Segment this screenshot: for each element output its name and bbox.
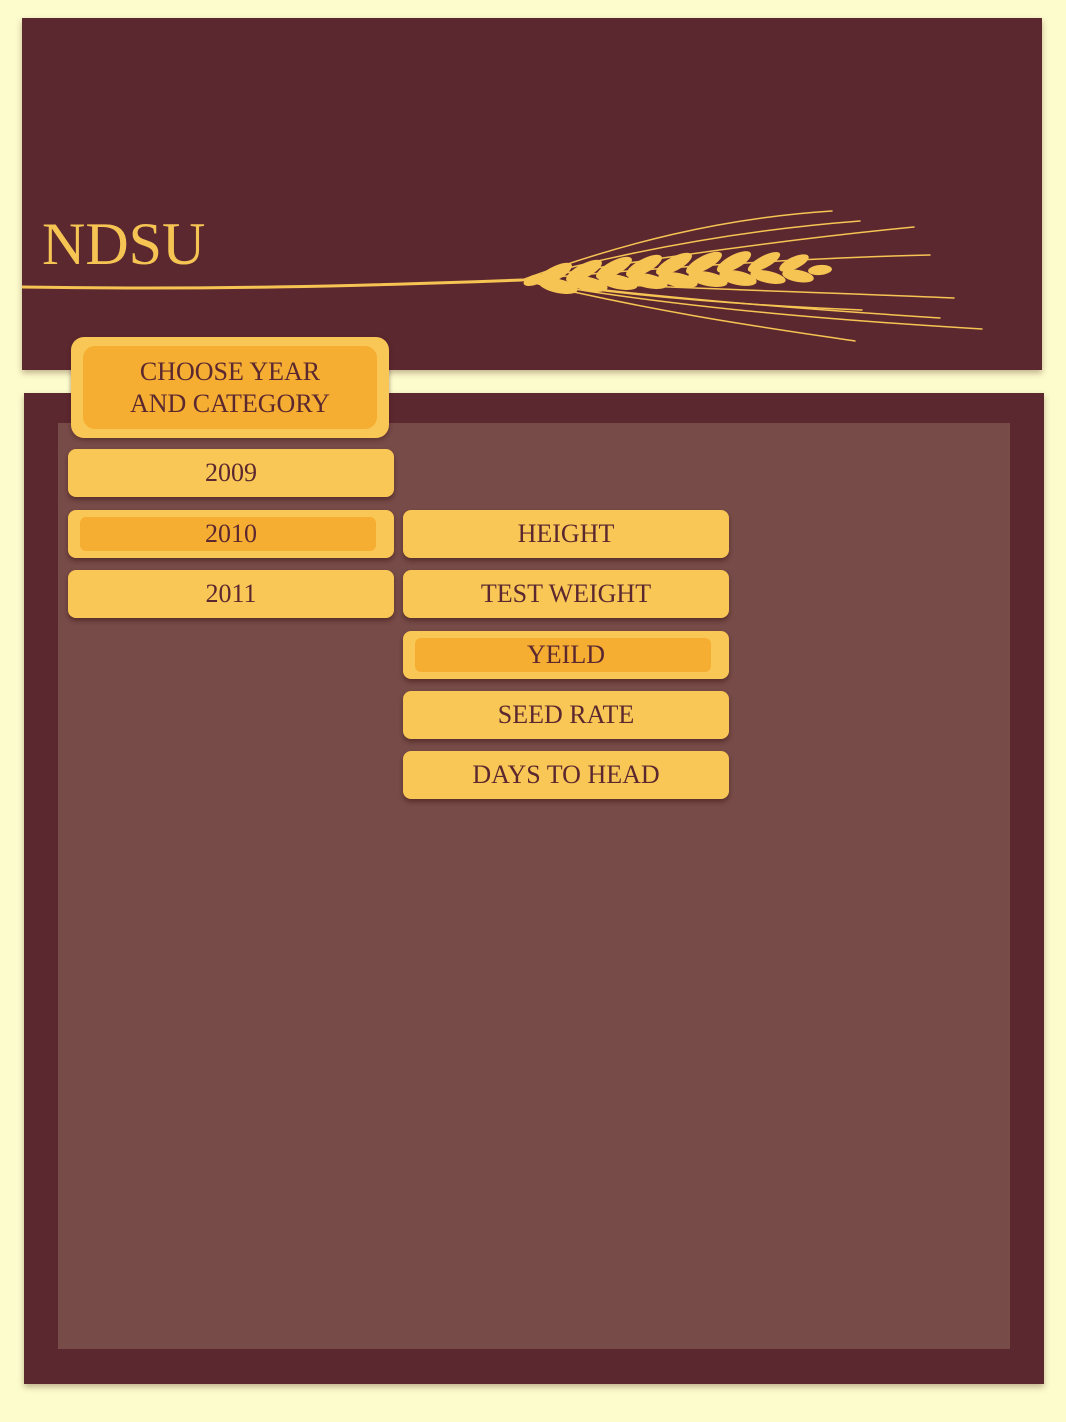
category-button-seed-rate[interactable]: SEED RATE: [403, 691, 729, 739]
year-button-label: 2009: [205, 458, 257, 487]
header-banner: NDSU: [22, 18, 1042, 370]
year-button-label: 2010: [205, 519, 257, 548]
year-button-2011[interactable]: 2011: [68, 570, 394, 618]
wheat-stalk-icon: [22, 210, 983, 342]
category-button-days-to-head[interactable]: DAYS TO HEAD: [403, 751, 729, 799]
year-button-label: 2011: [205, 579, 257, 608]
category-button-yield[interactable]: YEILD: [403, 631, 729, 679]
category-button-height[interactable]: HEIGHT: [403, 510, 729, 558]
category-button-test-weight[interactable]: TEST WEIGHT: [403, 570, 729, 618]
category-button-label: DAYS TO HEAD: [472, 760, 660, 789]
chooser-line-1: CHOOSE YEAR: [139, 356, 321, 386]
category-button-label: HEIGHT: [517, 519, 615, 548]
chooser-line-2: AND CATEGORY: [129, 388, 331, 418]
content-area: [58, 423, 1010, 1349]
year-button-2009[interactable]: 2009: [68, 449, 394, 497]
year-button-2010[interactable]: 2010: [68, 510, 394, 558]
category-button-label: TEST WEIGHT: [480, 579, 652, 608]
category-button-label: YEILD: [527, 640, 605, 669]
choose-year-category-header: CHOOSE YEAR AND CATEGORY: [71, 337, 389, 438]
category-button-label: SEED RATE: [497, 700, 635, 729]
